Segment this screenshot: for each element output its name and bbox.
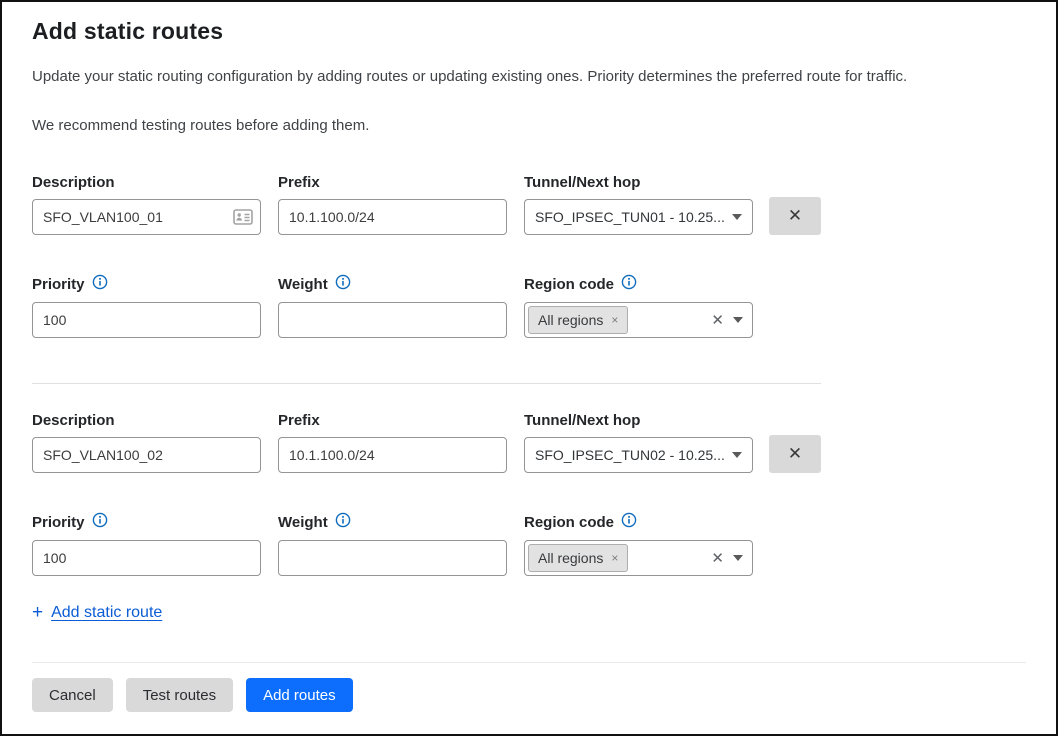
dialog-footer: Cancel Test routes Add routes [32,678,1026,712]
remove-tag-icon[interactable]: × [611,313,618,327]
add-static-route-link[interactable]: + Add static route [32,603,162,622]
weight-label: Weight [278,274,507,294]
region-label-text: Region code [524,276,614,293]
add-static-routes-dialog: Add static routes Update your static rou… [0,0,1058,736]
remove-tag-icon[interactable]: × [611,551,618,565]
weight-input[interactable] [278,302,507,338]
tunnel-select[interactable]: SFO_IPSEC_TUN02 - 10.25... [524,437,753,473]
weight-field-group: Weight [278,274,507,338]
priority-label-text: Priority [32,514,85,531]
close-icon: ✕ [788,206,802,226]
prefix-field-group: Prefix [278,412,507,473]
region-tag-label: All regions [538,312,603,328]
delete-route-button[interactable]: ✕ [769,197,821,235]
close-icon: ✕ [788,444,802,464]
tunnel-label: Tunnel/Next hop [524,412,753,429]
priority-field-group: Priority [32,274,261,338]
region-label: Region code [524,274,753,294]
region-field-group: Region code All regions × [524,512,753,576]
prefix-field-group: Prefix [278,174,507,235]
region-multiselect[interactable]: All regions × ✕ [524,540,753,576]
chevron-down-icon [732,452,742,458]
prefix-label: Prefix [278,412,507,429]
test-routes-button[interactable]: Test routes [126,678,233,712]
route-section: Description Prefix Tunnel/Next hop SFO_I… [32,412,1026,576]
delete-route-button[interactable]: ✕ [769,435,821,473]
region-tag-label: All regions [538,550,603,566]
description-field-group: Description [32,412,261,473]
weight-label-text: Weight [278,514,328,531]
description-input[interactable] [32,199,261,235]
description-field-group: Description [32,174,261,235]
weight-input[interactable] [278,540,507,576]
chevron-down-icon [733,555,743,561]
page-title: Add static routes [32,18,1026,45]
tunnel-select[interactable]: SFO_IPSEC_TUN01 - 10.25... [524,199,753,235]
region-tag: All regions × [528,306,628,334]
prefix-input[interactable] [278,199,507,235]
route-section: Description [32,174,1026,338]
priority-input[interactable] [32,540,261,576]
info-icon[interactable] [92,512,108,532]
add-routes-button[interactable]: Add routes [246,678,353,712]
dialog-note: We recommend testing routes before addin… [32,117,1026,134]
prefix-label: Prefix [278,174,507,191]
info-icon[interactable] [92,274,108,294]
region-label: Region code [524,512,753,532]
clear-selection-icon[interactable]: ✕ [711,551,724,566]
description-label: Description [32,412,261,429]
priority-field-group: Priority [32,512,261,576]
add-static-route-label: Add static route [51,604,162,622]
priority-input[interactable] [32,302,261,338]
plus-icon: + [32,603,43,622]
weight-label: Weight [278,512,507,532]
priority-label-text: Priority [32,276,85,293]
info-icon[interactable] [335,512,351,532]
footer-divider [32,662,1026,663]
prefix-input[interactable] [278,437,507,473]
weight-label-text: Weight [278,276,328,293]
weight-field-group: Weight [278,512,507,576]
tunnel-selected-value: SFO_IPSEC_TUN02 - 10.25... [535,447,724,463]
info-icon[interactable] [621,274,637,294]
tunnel-field-group: Tunnel/Next hop SFO_IPSEC_TUN01 - 10.25.… [524,174,753,235]
description-input[interactable] [32,437,261,473]
tunnel-selected-value: SFO_IPSEC_TUN01 - 10.25... [535,209,724,225]
region-label-text: Region code [524,514,614,531]
priority-label: Priority [32,512,261,532]
dialog-description: Update your static routing configuration… [32,67,1026,87]
tunnel-field-group: Tunnel/Next hop SFO_IPSEC_TUN02 - 10.25.… [524,412,753,473]
info-icon[interactable] [335,274,351,294]
contact-card-icon [233,209,253,225]
description-label: Description [32,174,261,191]
clear-selection-icon[interactable]: ✕ [711,313,724,328]
info-icon[interactable] [621,512,637,532]
route-divider [32,383,821,384]
priority-label: Priority [32,274,261,294]
chevron-down-icon [733,317,743,323]
cancel-button[interactable]: Cancel [32,678,113,712]
chevron-down-icon [732,214,742,220]
region-multiselect[interactable]: All regions × ✕ [524,302,753,338]
region-tag: All regions × [528,544,628,572]
region-field-group: Region code All regions × [524,274,753,338]
tunnel-label: Tunnel/Next hop [524,174,753,191]
